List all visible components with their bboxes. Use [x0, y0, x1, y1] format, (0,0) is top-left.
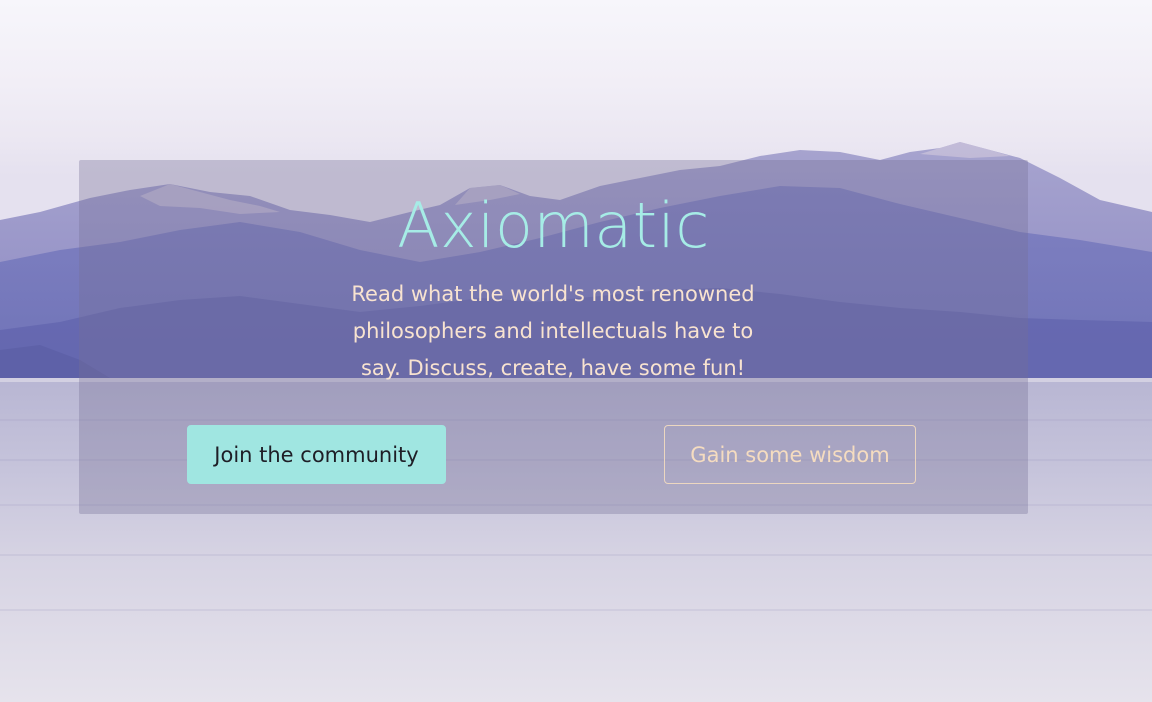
- hero-section: Axiomatic Read what the world's most ren…: [0, 0, 1152, 702]
- hero-tagline: Read what the world's most renowned phil…: [351, 282, 755, 380]
- hero-title: Axiomatic: [397, 189, 710, 262]
- hero-card: Axiomatic Read what the world's most ren…: [79, 160, 1028, 514]
- gain-wisdom-button[interactable]: Gain some wisdom: [664, 425, 916, 484]
- join-community-button[interactable]: Join the community: [187, 425, 446, 484]
